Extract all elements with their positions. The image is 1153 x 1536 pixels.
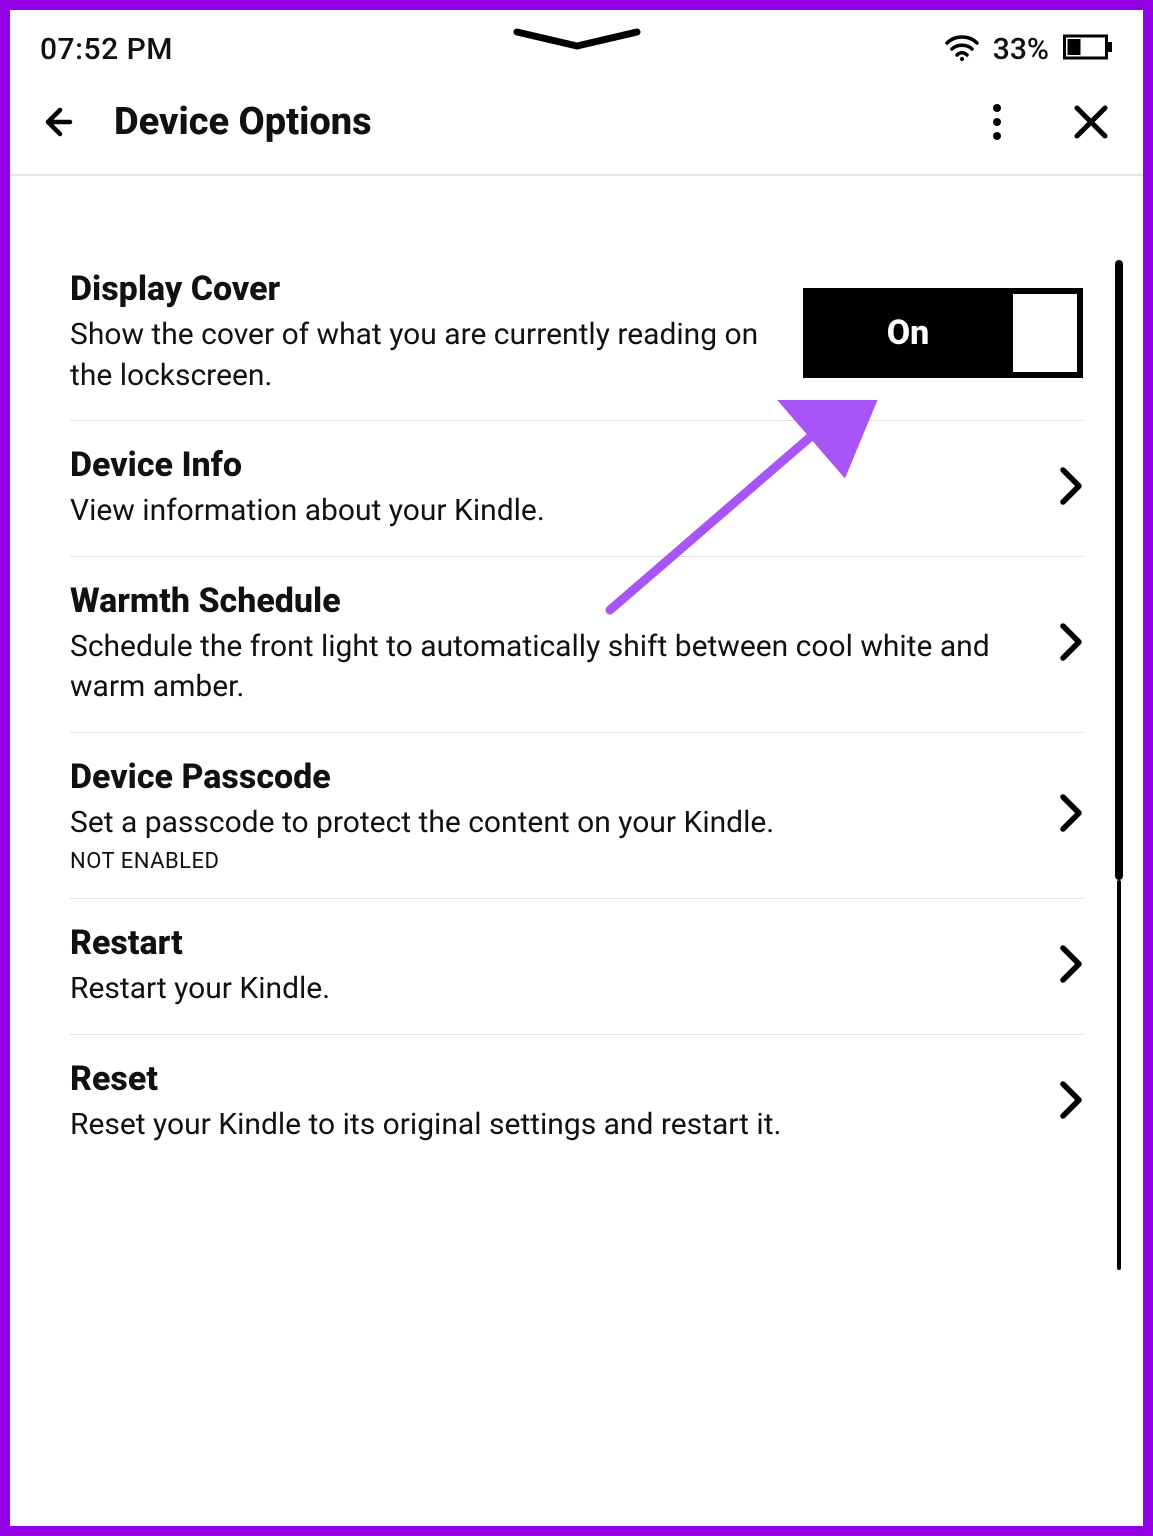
display-cover-toggle[interactable]: On [803, 288, 1083, 378]
pull-down-handle-icon[interactable] [507, 28, 647, 56]
chevron-right-icon [1059, 793, 1083, 837]
page-title: Device Options [114, 100, 945, 144]
status-bar: 07:52 PM 33% [10, 10, 1143, 80]
row-reset[interactable]: Reset Reset your Kindle to its original … [70, 1035, 1083, 1170]
settings-list: Display Cover Show the cover of what you… [20, 225, 1133, 1516]
clock-time: 07:52 PM [40, 32, 173, 67]
row-title: Restart [70, 923, 1039, 963]
row-warmth-schedule[interactable]: Warmth Schedule Schedule the front light… [70, 557, 1083, 733]
battery-percent: 33% [993, 32, 1049, 67]
row-display-cover[interactable]: Display Cover Show the cover of what you… [70, 245, 1083, 421]
back-button[interactable] [40, 100, 84, 144]
row-device-passcode[interactable]: Device Passcode Set a passcode to protec… [70, 733, 1083, 900]
row-title: Device Info [70, 445, 1039, 485]
row-description: Set a passcode to protect the content on… [70, 803, 1039, 844]
row-status-note: NOT ENABLED [70, 849, 1039, 874]
battery-icon [1063, 33, 1113, 65]
row-description: Show the cover of what you are currently… [70, 315, 783, 396]
chevron-right-icon [1059, 1080, 1083, 1124]
chevron-right-icon [1059, 466, 1083, 510]
row-title: Device Passcode [70, 757, 1039, 797]
row-title: Warmth Schedule [70, 581, 1039, 621]
wifi-icon [945, 33, 979, 65]
row-description: View information about your Kindle. [70, 491, 1039, 532]
row-description: Restart your Kindle. [70, 969, 1039, 1010]
row-title: Display Cover [70, 269, 783, 309]
row-device-info[interactable]: Device Info View information about your … [70, 421, 1083, 557]
row-description: Reset your Kindle to its original settin… [70, 1105, 1039, 1146]
more-options-button[interactable] [975, 100, 1019, 144]
row-restart[interactable]: Restart Restart your Kindle. [70, 899, 1083, 1035]
row-title: Reset [70, 1059, 1039, 1099]
chevron-right-icon [1059, 622, 1083, 666]
close-button[interactable] [1069, 100, 1113, 144]
scrollbar-thumb[interactable] [1115, 260, 1123, 880]
toggle-label: On [803, 288, 1013, 378]
scrollbar-track [1117, 880, 1121, 1270]
toggle-knob [1013, 294, 1077, 372]
page-header: Device Options [10, 80, 1143, 176]
row-description: Schedule the front light to automaticall… [70, 627, 1039, 708]
chevron-right-icon [1059, 944, 1083, 988]
